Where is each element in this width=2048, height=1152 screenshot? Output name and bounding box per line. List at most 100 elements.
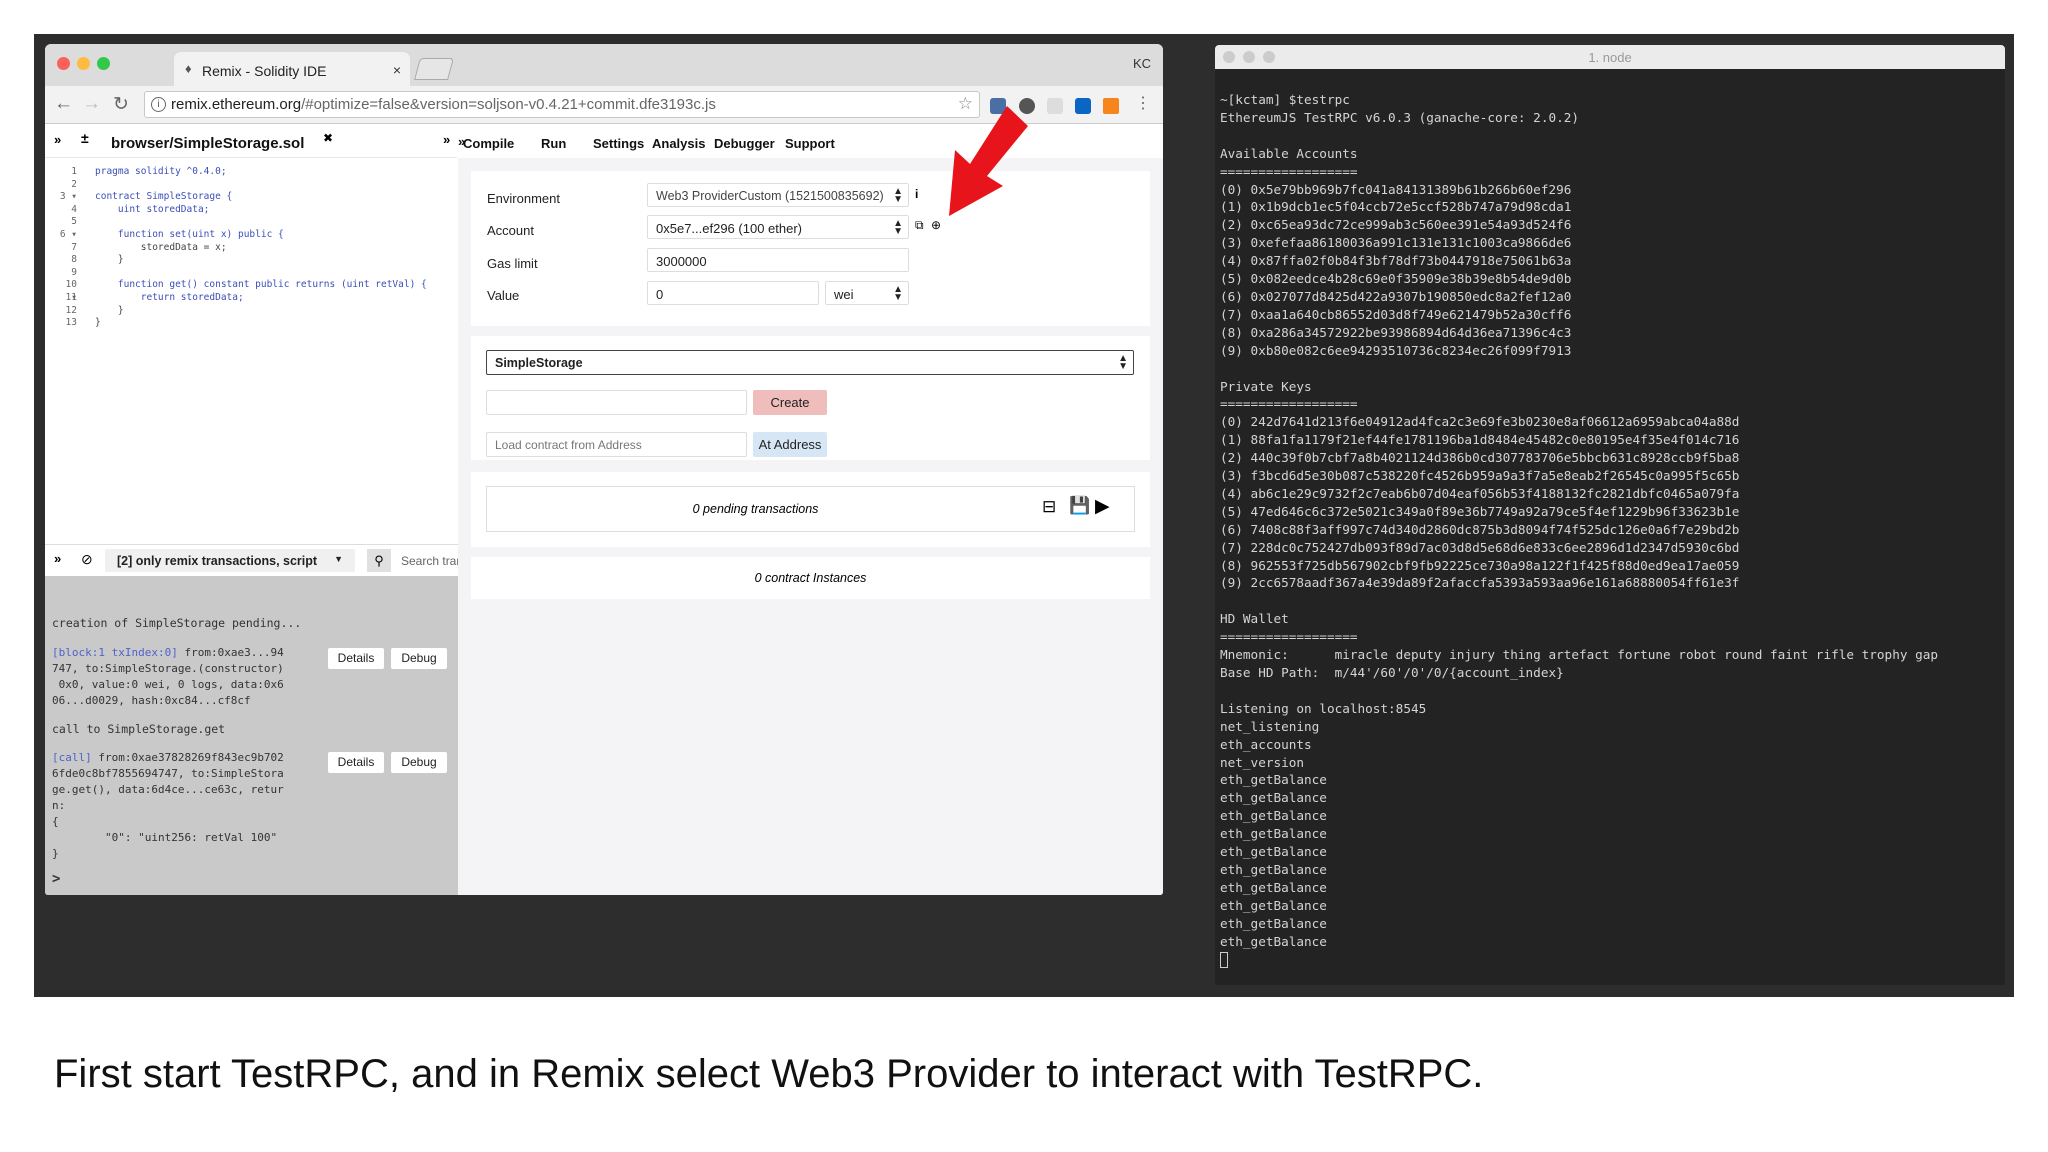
terminal-output-line: eth_getBalance — [1220, 790, 1327, 806]
terminal-output-line: (2) 440c39f0b7cbf7a8b4021124d386b0cd3077… — [1220, 450, 1740, 466]
select-arrows-icon: ▲ ▼ — [1118, 353, 1128, 372]
close-tab-icon[interactable]: × — [393, 62, 401, 78]
add-file-icon[interactable]: ± — [81, 130, 89, 146]
forward-arrow-icon[interactable]: → — [82, 93, 101, 115]
maximize-window-button[interactable] — [97, 57, 110, 70]
terminal-line: ge.get(), data:6d4ce...ce63c, retur — [52, 783, 284, 796]
file-tab-label[interactable]: browser/SimpleStorage.sol — [111, 135, 304, 152]
details-button[interactable]: Details — [328, 648, 384, 669]
line-number: 1 — [71, 166, 77, 177]
profile-badge[interactable]: KC — [1133, 56, 1151, 71]
terminal-output-line: (6) 0x027077d8425d422a9307b190850edc8a2f… — [1220, 288, 1572, 304]
browser-tab-strip: ♦ Remix - Solidity IDE × KC — [45, 44, 1163, 86]
tab-title: Remix - Solidity IDE — [202, 63, 327, 79]
terminal-output-line: (3) 0xefefaa86180036a991c131e131c1003ca9… — [1220, 235, 1572, 251]
menu-tab-settings[interactable]: Settings — [593, 136, 644, 151]
toggle-terminal-icon[interactable]: » — [54, 551, 61, 566]
menu-tab-analysis[interactable]: Analysis — [652, 136, 705, 151]
terminal-output-line: eth_getBalance — [1220, 879, 1327, 895]
linkedin-extension-icon[interactable] — [1075, 98, 1091, 114]
terminal-output-line: eth_getBalance — [1220, 808, 1327, 824]
menu-tab-debugger[interactable]: Debugger — [714, 136, 775, 151]
search-icon[interactable]: ⚲ — [367, 549, 391, 572]
line-number: 2 — [71, 178, 77, 190]
environment-select[interactable]: Web3 ProviderCustom (1521500835692) ▲ ▼ — [647, 183, 909, 207]
search-transactions-input[interactable]: Search transactions — [397, 549, 458, 572]
collapse-left-icon[interactable]: » — [54, 132, 61, 147]
terminal-output-line: Private Keys — [1220, 378, 1312, 394]
terminal-output-line: net_listening — [1220, 718, 1320, 734]
terminal-output-line: Listening on localhost:8545 — [1220, 700, 1427, 716]
line-number: 11 — [65, 292, 77, 303]
terminal-output-line: eth_getBalance — [1220, 933, 1327, 949]
terminal-output-line: eth_getBalance — [1220, 915, 1327, 931]
minimize-window-button[interactable] — [77, 57, 90, 70]
account-select[interactable]: 0x5e7...ef296 (100 ether) ▲ ▼ — [647, 215, 909, 239]
at-address-button[interactable]: At Address — [753, 432, 827, 457]
clear-terminal-icon[interactable]: ⊘ — [81, 551, 93, 568]
menu-tab-support[interactable]: Support — [785, 136, 835, 151]
url-bar[interactable]: i remix.ethereum.org/#optimize=false&ver… — [144, 91, 980, 118]
value-unit-select[interactable]: wei ▲ ▼ — [825, 281, 909, 305]
close-window-button[interactable] — [57, 57, 70, 70]
terminal-title-bar: 1. node — [1215, 45, 2005, 69]
gas-limit-input[interactable]: 3000000 — [647, 248, 909, 272]
terminal-cursor[interactable] — [1220, 952, 1228, 968]
select-arrows-icon: ▲ ▼ — [893, 186, 903, 205]
create-button[interactable]: Create — [753, 390, 827, 415]
terminal-line: } — [52, 847, 59, 860]
close-file-tab-icon[interactable]: ✖ — [323, 131, 333, 145]
collapse-right-icon[interactable]: » — [443, 132, 450, 147]
terminal-output-line: Base HD Path: m/44'/60'/0'/0/{account_in… — [1220, 665, 1564, 680]
details-button[interactable]: Details — [328, 752, 384, 773]
instances-text: 0 contract Instances — [754, 571, 867, 585]
url-host: remix.ethereum.org — [171, 96, 302, 113]
debug-button[interactable]: Debug — [391, 648, 447, 669]
run-panel: » Compile Run Settings Analysis Debugger… — [458, 124, 1163, 895]
select-arrows-icon: ▲ ▼ — [893, 284, 903, 303]
terminal-output-line: eth_accounts — [1220, 736, 1312, 752]
back-arrow-icon[interactable]: ← — [54, 93, 73, 115]
terminal-output-line: (1) 0x1b9dcb1ec5f04ccb72e5ccf528b747a79d… — [1220, 199, 1572, 215]
save-icon[interactable]: 💾 — [1069, 496, 1090, 516]
terminal-output-line: Available Accounts — [1220, 145, 1358, 161]
code-line: storedData = x; — [95, 241, 227, 253]
copy-address-icon[interactable]: ⧉ — [915, 218, 924, 233]
terminal-line: creation of SimpleStorage pending... — [52, 616, 302, 630]
tx-tag-link[interactable]: [call] — [52, 751, 92, 764]
tx-tag-link[interactable]: [block:1 txIndex:0] — [52, 646, 178, 659]
load-address-input[interactable]: Load contract from Address — [486, 432, 747, 457]
terminal-prompt[interactable]: > — [52, 871, 60, 887]
terminal-output-line: ~[kctam] $testrpc — [1220, 92, 1350, 107]
sync-extension-icon[interactable] — [1047, 98, 1063, 114]
code-line: function get() constant public returns (… — [95, 279, 427, 291]
transaction-filter-dropdown[interactable]: [2] only remix transactions, script ▼ — [105, 549, 355, 572]
code-line: } — [95, 254, 124, 266]
minimize-icon[interactable]: ⊟ — [1042, 497, 1056, 517]
reload-icon[interactable]: ↻ — [113, 93, 129, 116]
new-tab-button[interactable] — [414, 58, 454, 80]
menu-dots-icon[interactable]: ⋮ — [1135, 93, 1151, 113]
terminal-output-line: (5) 0x082eedce4b28c69e0f35909e38b39e8b54… — [1220, 271, 1572, 287]
remix-terminal-output: creation of SimpleStorage pending... [bl… — [45, 576, 458, 895]
terminal-output-line: (7) 0xaa1a640cb86552d03d8f749e621479b52a… — [1220, 306, 1572, 322]
code-line: pragma solidity ^0.4.0; — [95, 166, 227, 177]
info-icon[interactable]: i — [915, 187, 918, 201]
menu-tab-run[interactable]: Run — [541, 136, 566, 151]
line-number: 8 — [71, 254, 77, 266]
code-line: uint storedData; — [95, 203, 210, 215]
value-input[interactable]: 0 — [647, 281, 819, 305]
constructor-args-input[interactable] — [486, 390, 747, 415]
contract-select[interactable]: SimpleStorage ▲ ▼ — [486, 350, 1134, 375]
terminal-toolbar: » ⊘ [2] only remix transactions, script … — [45, 544, 458, 576]
terminal-output-line: (8) 0xa286a34572922be93986894d64d36ea713… — [1220, 324, 1572, 340]
debug-button[interactable]: Debug — [391, 752, 447, 773]
metamask-extension-icon[interactable] — [1103, 98, 1119, 114]
menu-tab-compile[interactable]: Compile — [463, 136, 514, 151]
browser-tab-remix[interactable]: ♦ Remix - Solidity IDE × — [174, 52, 410, 86]
play-icon[interactable]: ▶ — [1095, 495, 1110, 518]
site-info-icon[interactable]: i — [151, 97, 166, 112]
